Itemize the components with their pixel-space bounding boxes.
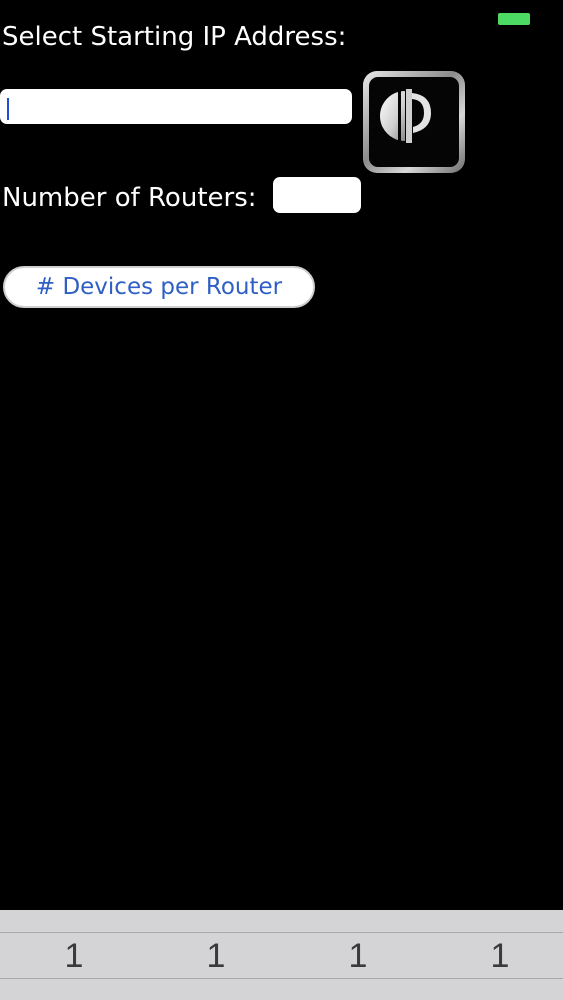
ip-address-input[interactable]	[0, 89, 352, 124]
routers-input[interactable]	[273, 177, 361, 213]
picker-column-1[interactable]: 1	[44, 930, 104, 982]
ip-logo-button[interactable]	[363, 71, 465, 173]
picker-column-4[interactable]: 1	[470, 930, 530, 982]
number-picker[interactable]: 1 1 1 1	[0, 910, 563, 1000]
text-caret	[7, 98, 9, 120]
picker-column-2[interactable]: 1	[186, 930, 246, 982]
routers-label: Number of Routers:	[2, 183, 257, 213]
picker-column-3[interactable]: 1	[328, 930, 388, 982]
battery-icon	[498, 13, 530, 25]
ip-logo-icon	[369, 77, 459, 167]
devices-per-router-button[interactable]: # Devices per Router	[3, 266, 315, 308]
ip-address-label: Select Starting IP Address:	[2, 22, 347, 52]
